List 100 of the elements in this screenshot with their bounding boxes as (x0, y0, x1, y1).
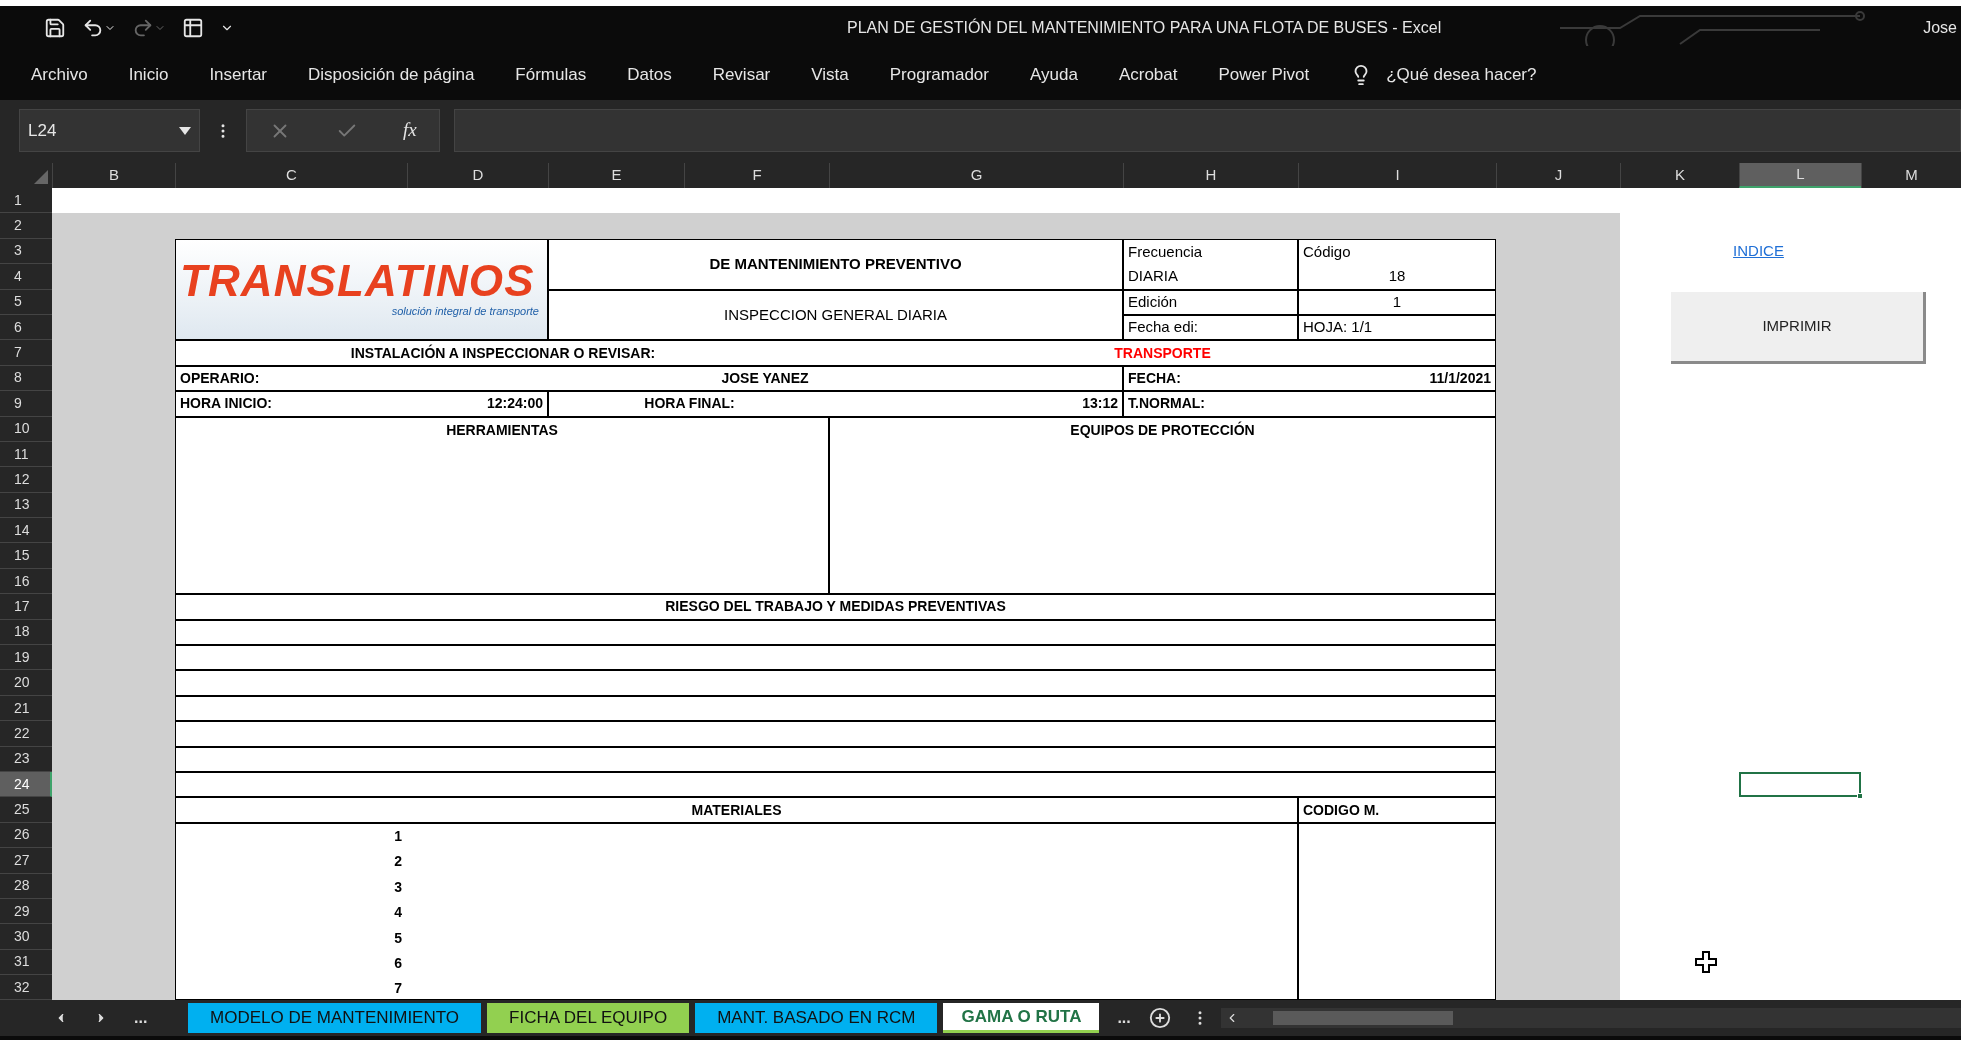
cross-cursor-icon (1695, 951, 1717, 974)
row-header[interactable]: 31 (0, 949, 52, 976)
protection-heading: EQUIPOS DE PROTECCIÓN (1070, 420, 1255, 440)
row-header[interactable]: 16 (0, 568, 52, 595)
row-header[interactable]: 7 (0, 340, 52, 366)
row-header[interactable]: 15 (0, 543, 52, 569)
save-icon[interactable] (44, 17, 66, 39)
row-header[interactable]: 21 (0, 695, 52, 722)
row-header[interactable]: 14 (0, 518, 52, 544)
date-value: 11/1/2021 (1429, 368, 1491, 388)
frequency-value: DIARIA (1128, 266, 1179, 287)
window-title: PLAN DE GESTIÓN DEL MANTENIMIENTO PARA UNA FLOTA DE BUSES - Excel (847, 17, 1442, 38)
material-number: 4 (394, 903, 402, 923)
ribbon-tab[interactable]: Acrobat (1118, 62, 1178, 88)
tools-heading: HERRAMIENTAS (446, 420, 558, 440)
row-header[interactable]: 3 (0, 238, 52, 265)
sheet-tab[interactable]: MANT. BASADO EN RCM (695, 1003, 938, 1033)
row-header[interactable]: 32 (0, 975, 52, 1000)
row-header[interactable]: 27 (0, 848, 52, 874)
material-number: 3 (394, 877, 402, 897)
start-time-label: HORA INICIO: (180, 394, 273, 414)
row-header[interactable]: 4 (0, 264, 52, 290)
ribbon-tab[interactable]: Insertar (209, 62, 267, 88)
ribbon-tab[interactable]: Ayuda (1030, 62, 1078, 88)
insert-function-button[interactable]: fx (402, 116, 417, 145)
row-header[interactable]: 12 (0, 467, 52, 493)
ribbon-tab[interactable]: Archivo (31, 62, 88, 88)
operator-label: OPERARIO: (179, 368, 261, 388)
row-header[interactable]: 6 (0, 314, 52, 341)
name-box[interactable]: L24 (19, 109, 200, 152)
start-time-value: 12:24:00 (486, 394, 543, 414)
row-header[interactable]: 2 (0, 213, 52, 239)
material-number: 5 (394, 928, 402, 948)
ribbon-tab[interactable]: Vista (811, 62, 849, 88)
more-sheets-button[interactable]: ... (1117, 1006, 1131, 1030)
ribbon-tab[interactable]: Fórmulas (515, 62, 587, 88)
row-header[interactable]: 30 (0, 924, 52, 950)
sheet-tab[interactable]: GAMA O RUTA (943, 1003, 1100, 1033)
redo-icon[interactable] (132, 17, 154, 39)
index-link[interactable]: INDICE (1733, 240, 1784, 263)
row-header[interactable]: 25 (0, 797, 52, 823)
print-button[interactable]: IMPRIMIR (1671, 291, 1926, 364)
row-header[interactable]: 8 (0, 365, 52, 392)
row-header[interactable]: 29 (0, 898, 52, 925)
tell-me-field[interactable]: ¿Qué desea hacer? (1386, 62, 1607, 88)
edition-label: Edición (1128, 292, 1178, 312)
formula-input-field[interactable] (454, 109, 1961, 152)
horizontal-scrollbar[interactable] (1220, 1008, 1961, 1028)
row-header[interactable]: 19 (0, 645, 52, 671)
code-label: Código (1303, 241, 1352, 262)
form-title: DE MANTENIMIENTO PREVENTIVO (709, 253, 962, 274)
ribbon-tab[interactable]: Datos (627, 62, 672, 88)
operator-value: JOSE YANEZ (720, 368, 810, 388)
code-value: 18 (1388, 266, 1406, 287)
selected-cell[interactable] (1739, 772, 1861, 798)
material-number: 1 (394, 826, 402, 846)
row-header[interactable]: 22 (0, 721, 52, 747)
row-header[interactable]: 18 (0, 619, 52, 646)
date-label: FECHA: (1128, 368, 1181, 388)
row-header[interactable]: 5 (0, 289, 52, 315)
row-header[interactable]: 24 (0, 772, 52, 798)
row-header[interactable]: 13 (0, 492, 52, 519)
select-all-icon[interactable] (34, 170, 48, 184)
scroll-thumb[interactable] (1272, 1011, 1453, 1025)
column-header[interactable]: L (1739, 163, 1861, 188)
ribbon-tab[interactable]: Power Pivot (1218, 62, 1310, 88)
row-header[interactable]: 11 (0, 441, 52, 468)
row-header[interactable]: 1 (0, 188, 52, 214)
edit-date-label: Fecha edi: (1128, 317, 1199, 338)
sheet-tab[interactable]: FICHA DEL EQUIPO (487, 1003, 690, 1033)
form-icon[interactable] (182, 17, 204, 39)
row-header[interactable]: 20 (0, 670, 52, 696)
material-number: 7 (394, 979, 402, 999)
logo-tagline: solución integral de transporte (391, 304, 540, 320)
row-header[interactable]: 9 (0, 391, 52, 417)
row-header[interactable]: 23 (0, 746, 52, 772)
logo-wordmark: TRANSLATINOS (180, 259, 536, 304)
sheet-tab[interactable]: MODELO DE MANTENIMIENTO (188, 1003, 482, 1033)
undo-icon[interactable] (82, 17, 104, 39)
row-header[interactable]: 28 (0, 873, 52, 899)
normal-time-label: T.NORMAL: (1128, 394, 1205, 414)
row-header[interactable]: 17 (0, 594, 52, 620)
row-header[interactable]: 26 (0, 822, 52, 849)
row-header[interactable]: 10 (0, 416, 52, 442)
ribbon-tab[interactable]: Inicio (128, 62, 169, 88)
material-code-heading: CODIGO M. (1303, 800, 1380, 820)
ribbon-tab[interactable]: Programador (889, 62, 989, 88)
material-number: 2 (394, 852, 402, 872)
installation-value: TRANSPORTE (1113, 343, 1212, 363)
more-sheets-button[interactable]: ... (134, 1006, 148, 1030)
user-name: Jose (1923, 18, 1958, 38)
dropdown-arrow-icon[interactable] (179, 126, 191, 135)
edition-value: 1 (1392, 292, 1402, 312)
add-sheet-icon[interactable] (1148, 1007, 1171, 1029)
ribbon-tab[interactable]: Revisar (712, 62, 771, 88)
installation-label: INSTALACIÓN A INSPECCIONAR O REVISAR: (349, 343, 657, 363)
risk-heading: RIESGO DEL TRABAJO Y MEDIDAS PREVENTIVAS (665, 597, 1006, 617)
end-time-label: HORA FINAL: (643, 394, 736, 414)
ribbon-tab[interactable]: Disposición de página (308, 62, 475, 88)
materials-heading: MATERIALES (691, 800, 782, 820)
